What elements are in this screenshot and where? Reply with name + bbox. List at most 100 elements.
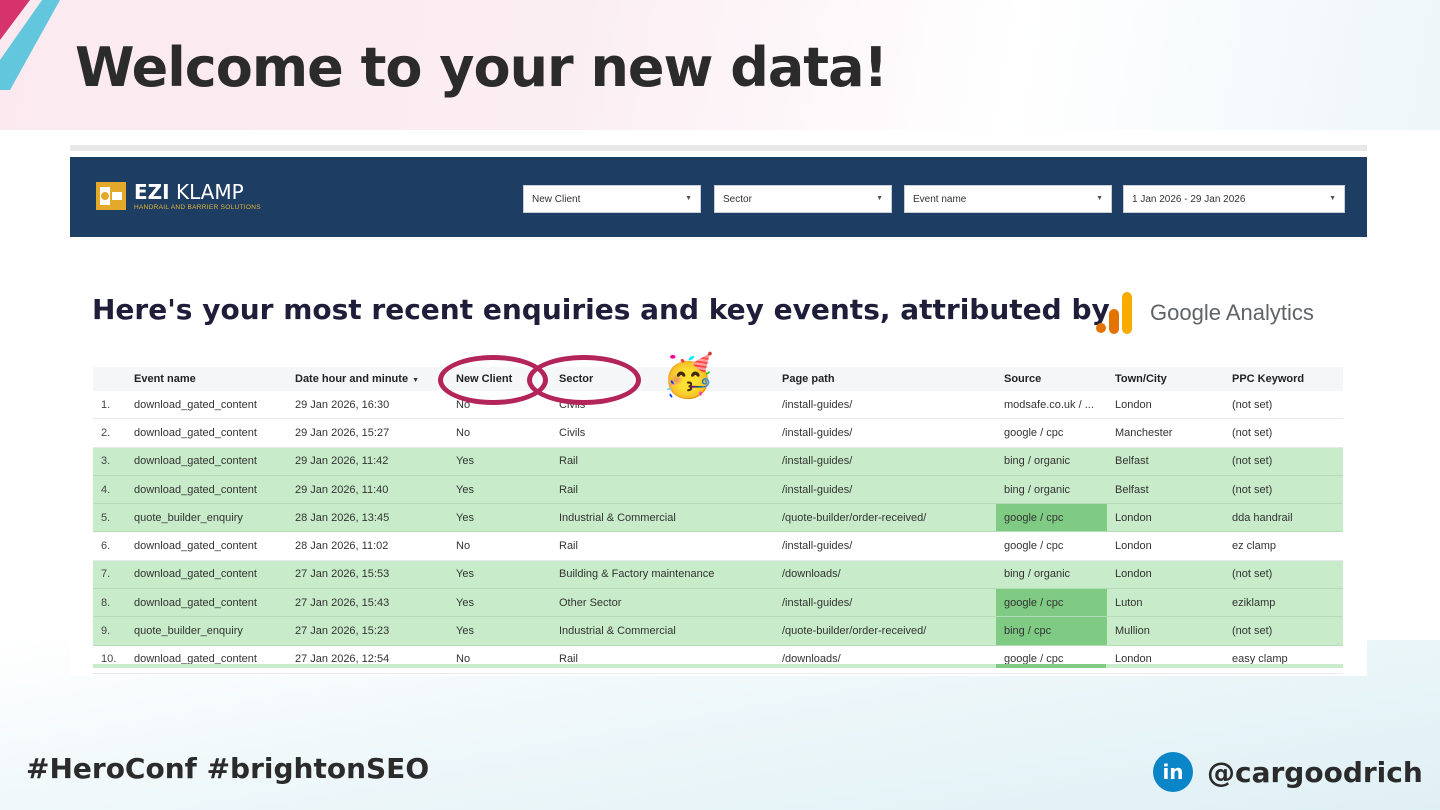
chevron-down-icon: ▼ xyxy=(685,195,692,202)
table-row: 7. download_gated_content 27 Jan 2026, 1… xyxy=(93,560,1343,590)
column-header-page-path[interactable]: Page path xyxy=(774,367,996,391)
slide-title: Welcome to your new data! xyxy=(75,36,888,99)
cell-date: 27 Jan 2026, 15:43 xyxy=(287,588,448,618)
cell-page-path: /downloads/ xyxy=(774,645,996,674)
cell-source-highlighted: google / cpc xyxy=(996,588,1107,618)
cell-ppc-keyword: eziklamp xyxy=(1224,588,1343,618)
cell-event-name: download_gated_content xyxy=(126,645,287,674)
cell-town: London xyxy=(1107,391,1224,420)
corner-accent-shape xyxy=(0,0,60,90)
table-row: 2. download_gated_content 29 Jan 2026, 1… xyxy=(93,418,1343,448)
sector-filter[interactable]: Sector ▼ xyxy=(714,185,892,213)
enquiries-table: Event name Date hour and minute ▼ New Cli… xyxy=(93,367,1343,674)
cell-event-name: download_gated_content xyxy=(126,588,287,618)
column-header-event-name[interactable]: Event name xyxy=(126,367,287,391)
column-header-date[interactable]: Date hour and minute ▼ xyxy=(287,367,448,391)
date-range-filter[interactable]: 1 Jan 2026 - 29 Jan 2026 ▼ xyxy=(1123,185,1345,213)
cell-ppc-keyword: (not set) xyxy=(1224,418,1343,448)
google-analytics-text: Google Analytics xyxy=(1150,300,1314,325)
column-header-town[interactable]: Town/City xyxy=(1107,367,1224,391)
logo-name-rest: KLAMP xyxy=(175,179,244,204)
conference-hashtags: #HeroConf #brightonSEO xyxy=(26,752,430,785)
cell-ppc-keyword: (not set) xyxy=(1224,475,1343,505)
cell-date: 29 Jan 2026, 11:40 xyxy=(287,475,448,505)
cell-town: Mullion xyxy=(1107,616,1224,646)
cell-ppc-keyword: easy clamp xyxy=(1224,645,1343,674)
cell-sector: Rail xyxy=(551,475,774,505)
linkedin-icon: in xyxy=(1153,752,1193,792)
cell-ppc-keyword: (not set) xyxy=(1224,391,1343,420)
google-analytics-logo: Google Analytics xyxy=(1096,292,1314,334)
column-header-date-label: Date hour and minute xyxy=(295,373,409,385)
cell-source: google / cpc xyxy=(996,418,1107,448)
cell-sector: Rail xyxy=(551,531,774,561)
column-header-source[interactable]: Source xyxy=(996,367,1107,391)
cell-sector: Rail xyxy=(551,447,774,476)
cell-page-path: /install-guides/ xyxy=(774,418,996,448)
cell-row-number: 10. xyxy=(93,645,126,674)
cell-sector: Rail xyxy=(551,645,774,674)
cell-page-path: /install-guides/ xyxy=(774,475,996,505)
logo-name-bold: EZI xyxy=(134,179,170,204)
cell-page-path: /install-guides/ xyxy=(774,588,996,618)
table-row: 3. download_gated_content 29 Jan 2026, 1… xyxy=(93,447,1343,476)
sort-desc-icon: ▼ xyxy=(412,377,419,384)
cell-event-name: download_gated_content xyxy=(126,560,287,590)
cell-event-name: quote_builder_enquiry xyxy=(126,503,287,533)
new-client-filter-label: New Client xyxy=(532,193,581,205)
cell-date: 27 Jan 2026, 15:53 xyxy=(287,560,448,590)
party-face-emoji-icon: 🥳 xyxy=(662,352,715,399)
table-row: 9. quote_builder_enquiry 27 Jan 2026, 15… xyxy=(93,616,1343,646)
cell-row-number: 7. xyxy=(93,560,126,590)
cell-source-highlighted xyxy=(996,664,1106,668)
annotation-circle-sector xyxy=(527,355,641,405)
table-header-row: Event name Date hour and minute ▼ New Cli… xyxy=(93,367,1343,391)
table-row: 4. download_gated_content 29 Jan 2026, 1… xyxy=(93,475,1343,505)
cell-date: 28 Jan 2026, 13:45 xyxy=(287,503,448,533)
cell-date: 29 Jan 2026, 11:42 xyxy=(287,447,448,476)
event-name-filter[interactable]: Event name ▼ xyxy=(904,185,1112,213)
cell-event-name: download_gated_content xyxy=(126,531,287,561)
cell-ppc-keyword: (not set) xyxy=(1224,616,1343,646)
table-row: 8. download_gated_content 27 Jan 2026, 1… xyxy=(93,588,1343,618)
column-header-ppc-keyword[interactable]: PPC Keyword xyxy=(1224,367,1343,391)
sector-filter-label: Sector xyxy=(723,193,752,205)
cell-sector: Building & Factory maintenance xyxy=(551,560,774,590)
google-analytics-icon xyxy=(1096,292,1132,334)
date-range-filter-label: 1 Jan 2026 - 29 Jan 2026 xyxy=(1132,193,1246,205)
cell-page-path: /quote-builder/order-received/ xyxy=(774,503,996,533)
cell-page-path: /downloads/ xyxy=(774,560,996,590)
chevron-down-icon: ▼ xyxy=(1096,195,1103,202)
cell-sector: Industrial & Commercial xyxy=(551,616,774,646)
cell-event-name: quote_builder_enquiry xyxy=(126,616,287,646)
chevron-down-icon: ▼ xyxy=(876,195,883,202)
cell-town: Belfast xyxy=(1107,475,1224,505)
cell-event-name: download_gated_content xyxy=(126,391,287,420)
new-client-filter[interactable]: New Client ▼ xyxy=(523,185,701,213)
section-heading: Here's your most recent enquiries and ke… xyxy=(92,293,1110,326)
cell-row-number: 4. xyxy=(93,475,126,505)
column-header-index xyxy=(93,367,126,391)
table-row: 6. download_gated_content 28 Jan 2026, 1… xyxy=(93,531,1343,561)
chevron-down-icon: ▼ xyxy=(1329,195,1336,202)
cell-new-client: Yes xyxy=(448,616,551,646)
cell-source-highlighted: google / cpc xyxy=(996,503,1107,533)
cell-sector: Civils xyxy=(551,418,774,448)
cell-page-path: /install-guides/ xyxy=(774,531,996,561)
cell-event-name: download_gated_content xyxy=(126,475,287,505)
table-row: 1. download_gated_content 29 Jan 2026, 1… xyxy=(93,391,1343,420)
social-handle-text: @cargoodrich xyxy=(1207,755,1423,789)
cell-town: Belfast xyxy=(1107,447,1224,476)
ezi-klamp-logo: EZI KLAMP HANDRAIL AND BARRIER SOLUTIONS xyxy=(96,179,261,213)
cell-source: bing / organic xyxy=(996,560,1107,590)
cell-date: 29 Jan 2026, 15:27 xyxy=(287,418,448,448)
cell-source: bing / organic xyxy=(996,475,1107,505)
cell-new-client: Yes xyxy=(448,588,551,618)
cell-row-number: 1. xyxy=(93,391,126,420)
cell-row-number: 2. xyxy=(93,418,126,448)
cell-source: bing / organic xyxy=(996,447,1107,476)
cell-source-highlighted: bing / cpc xyxy=(996,616,1107,646)
cell-ppc-keyword: ez clamp xyxy=(1224,531,1343,561)
cell-page-path: /quote-builder/order-received/ xyxy=(774,616,996,646)
cell-date: 28 Jan 2026, 11:02 xyxy=(287,531,448,561)
